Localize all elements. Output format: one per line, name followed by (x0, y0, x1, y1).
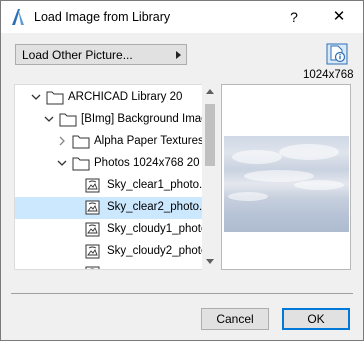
image-preview-panel (221, 84, 351, 270)
image-file-icon (85, 266, 100, 269)
chevron-down-icon[interactable] (44, 114, 54, 124)
tree-row-label: ARCHICAD Library 20 (68, 91, 183, 103)
tree-row-label: Sky_clear1_photo.jp (107, 179, 203, 191)
tree-row[interactable]: ARCHICAD Library 20 (15, 87, 203, 109)
chevron-down-icon[interactable] (57, 158, 67, 168)
image-info-icon[interactable] (326, 43, 348, 65)
image-file-icon (85, 222, 100, 237)
image-file-icon (85, 244, 100, 259)
image-file-icon (85, 178, 100, 193)
load-other-picture-button[interactable]: Load Other Picture... (15, 44, 187, 65)
tree-row[interactable]: Sky_clear2_photo.jp (15, 197, 203, 219)
footer-divider (11, 293, 353, 294)
scroll-thumb[interactable] (205, 104, 215, 166)
tree-row[interactable]: Sky_cloudy1_photo. (15, 219, 203, 241)
load-other-picture-label: Load Other Picture... (22, 48, 133, 62)
tree-row-label: Sky_clear2_photo.jp (107, 201, 203, 213)
tree-row-label: [BImg] Background Imag (81, 113, 203, 125)
close-button[interactable]: ✕ (325, 5, 353, 29)
dialog-title: Load Image from Library (34, 10, 171, 24)
folder-icon (46, 91, 64, 105)
chevron-down-icon[interactable] (31, 92, 41, 102)
tree-row[interactable]: Sky_clear1_photo.jp (15, 175, 203, 197)
load-image-dialog: Load Image from Library ? ✕ Load Other P… (0, 0, 364, 341)
tree-row-label: Sky_cloudy2_photo. (107, 245, 203, 257)
folder-icon (72, 157, 90, 171)
scroll-up-icon[interactable] (206, 89, 214, 94)
archicad-logo-icon (12, 9, 24, 25)
submenu-arrow-icon (176, 51, 181, 59)
tree-row-label: Photos 1024x768 20 (94, 157, 200, 169)
cancel-button[interactable]: Cancel (201, 308, 269, 330)
resolution-label: 1024x768 (303, 69, 354, 81)
sky-preview-image (224, 136, 349, 232)
tree-row-label: Sky_cloudy1_photo. (107, 223, 203, 235)
library-tree[interactable]: ARCHICAD Library 20 [BImg] Background Ima… (14, 84, 218, 270)
folder-icon (59, 113, 77, 127)
help-button[interactable]: ? (281, 5, 307, 29)
tree-row[interactable] (15, 263, 203, 269)
folder-icon (72, 135, 90, 149)
tree-row[interactable]: Alpha Paper Textures 2 (15, 131, 203, 153)
tree-scrollbar[interactable] (202, 84, 218, 270)
tree-row[interactable]: Photos 1024x768 20 (15, 153, 203, 175)
tree-row[interactable]: Sky_cloudy2_photo. (15, 241, 203, 263)
title-bar: Load Image from Library ? ✕ (1, 1, 363, 33)
image-file-icon (85, 200, 100, 215)
scroll-down-icon[interactable] (206, 259, 214, 264)
tree-row[interactable]: [BImg] Background Imag (15, 109, 203, 131)
tree-row-label: Alpha Paper Textures 2 (94, 135, 203, 147)
chevron-right-icon[interactable] (57, 136, 67, 146)
ok-button[interactable]: OK (282, 308, 350, 330)
